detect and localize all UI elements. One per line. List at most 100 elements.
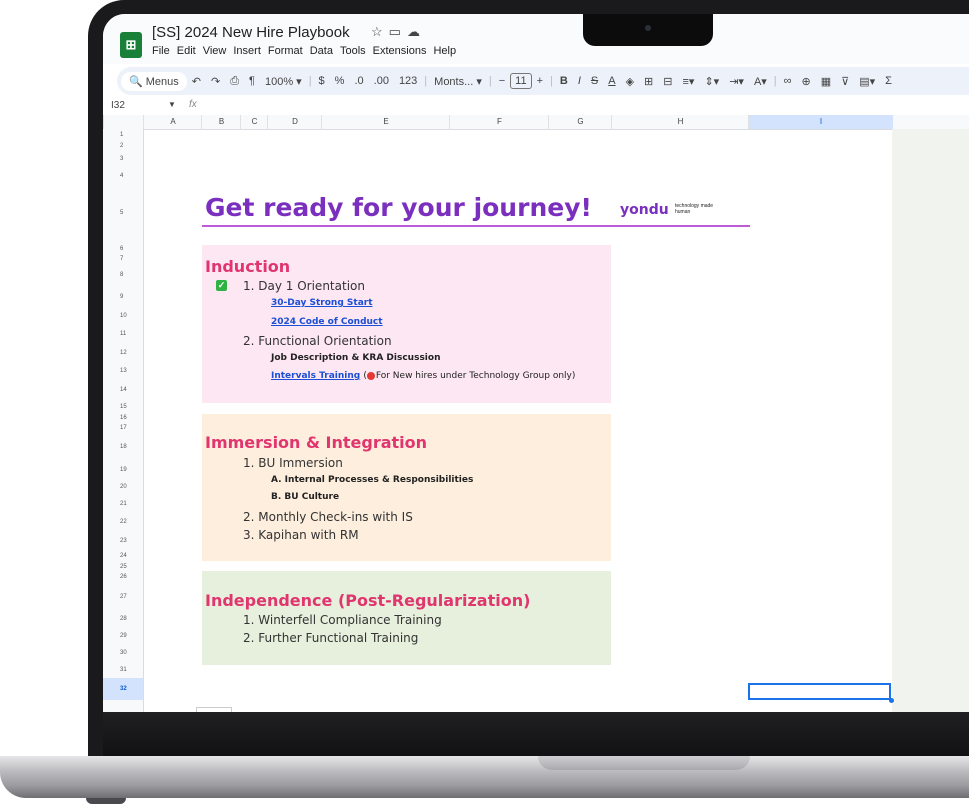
row-header[interactable]: 20	[103, 479, 143, 496]
row-header[interactable]: 12	[103, 343, 143, 363]
functional-orientation-item[interactable]: 2. Functional Orientation	[243, 334, 392, 348]
text-color-button[interactable]: A	[603, 75, 620, 87]
insert-comment-icon[interactable]: ⊕	[797, 75, 816, 88]
row-header[interactable]: 30	[103, 645, 143, 662]
row-header[interactable]: 5	[103, 185, 143, 243]
column-header-d[interactable]: D	[267, 115, 322, 129]
row-header[interactable]: 9	[103, 287, 143, 307]
monthly-checkins-item[interactable]: 2. Monthly Check-ins with IS	[243, 510, 413, 524]
selected-cell-i32[interactable]	[748, 683, 891, 700]
menu-extensions[interactable]: Extensions	[373, 45, 427, 57]
select-all-corner[interactable]	[103, 115, 144, 129]
redo-icon[interactable]: ↷	[206, 75, 225, 88]
row-header[interactable]: 8	[103, 263, 143, 287]
strong-start-link[interactable]: 30-Day Strong Start	[271, 298, 373, 308]
menus-search-button[interactable]: 🔍 Menus	[121, 71, 187, 91]
increase-decimal-button[interactable]: .00	[369, 75, 394, 87]
row-header[interactable]: 6	[103, 243, 143, 254]
menu-tools[interactable]: Tools	[340, 45, 366, 57]
bold-button[interactable]: B	[555, 75, 573, 87]
font-size-decrease-button[interactable]: −	[494, 75, 510, 87]
font-size-increase-button[interactable]: +	[532, 75, 548, 87]
insert-chart-icon[interactable]: ▦	[816, 75, 836, 88]
row-header[interactable]: 10	[103, 307, 143, 325]
row-header[interactable]: 16	[103, 413, 143, 422]
strikethrough-button[interactable]: S	[586, 75, 603, 87]
menu-edit[interactable]: Edit	[177, 45, 196, 57]
font-size-input[interactable]: 11	[510, 73, 532, 89]
winterfell-training-item[interactable]: 1. Winterfell Compliance Training	[243, 613, 442, 627]
text-rotate-icon[interactable]: A▾	[749, 75, 772, 88]
menu-help[interactable]: Help	[433, 45, 456, 57]
row-header[interactable]: 27	[103, 583, 143, 611]
move-folder-icon[interactable]: ▭	[389, 24, 407, 39]
functions-button[interactable]: Σ	[880, 75, 897, 87]
row-header[interactable]: 29	[103, 627, 143, 645]
fill-color-icon[interactable]: ◈	[621, 75, 639, 88]
row-header[interactable]: 13	[103, 363, 143, 380]
row-header[interactable]: 4	[103, 168, 143, 185]
bu-culture-item[interactable]: B. BU Culture	[271, 492, 339, 502]
borders-icon[interactable]: ⊞	[639, 75, 658, 88]
column-header-f[interactable]: F	[449, 115, 549, 129]
column-header-b[interactable]: B	[201, 115, 241, 129]
fill-handle[interactable]	[889, 698, 894, 703]
italic-button[interactable]: I	[573, 75, 586, 87]
row-header[interactable]: 23	[103, 532, 143, 550]
decrease-decimal-button[interactable]: .0	[349, 75, 368, 87]
row-header-selected[interactable]: 32	[103, 678, 143, 700]
number-format-button[interactable]: 123	[394, 75, 422, 87]
row-header[interactable]: 24	[103, 550, 143, 562]
row-header[interactable]: 28	[103, 611, 143, 627]
sheets-logo-icon[interactable]: ⊞	[120, 32, 142, 58]
row-header[interactable]: 1	[103, 129, 143, 140]
filter-views-icon[interactable]: ▤▾	[854, 75, 880, 88]
row-header[interactable]: 22	[103, 513, 143, 532]
menu-format[interactable]: Format	[268, 45, 303, 57]
row-header[interactable]: 19	[103, 461, 143, 479]
row-header[interactable]: 14	[103, 380, 143, 400]
currency-format-button[interactable]: $	[314, 75, 330, 87]
section-title-induction[interactable]: Induction	[205, 257, 290, 276]
horizontal-align-icon[interactable]: ≡▾	[677, 75, 699, 88]
undo-icon[interactable]: ↶	[187, 75, 206, 88]
text-wrap-icon[interactable]: ⇥▾	[724, 75, 749, 88]
menu-view[interactable]: View	[203, 45, 227, 57]
page-heading[interactable]: Get ready for your journey!	[205, 193, 592, 222]
zoom-select[interactable]: 100% ▾	[260, 75, 307, 88]
column-header-h[interactable]: H	[611, 115, 749, 129]
font-select[interactable]: Monts... ▾	[429, 75, 487, 88]
percent-format-button[interactable]: %	[330, 75, 350, 87]
bu-immersion-item[interactable]: 1. BU Immersion	[243, 456, 343, 470]
code-of-conduct-link[interactable]: 2024 Code of Conduct	[271, 317, 383, 327]
row-header[interactable]: 21	[103, 496, 143, 513]
kapihan-item[interactable]: 3. Kapihan with RM	[243, 528, 359, 542]
section-title-independence[interactable]: Independence (Post-Regularization)	[205, 591, 530, 610]
job-description-item[interactable]: Job Description & KRA Discussion	[271, 353, 440, 363]
insert-link-icon[interactable]: ∞	[779, 75, 797, 87]
row-header[interactable]: 25	[103, 562, 143, 571]
vertical-align-icon[interactable]: ⇕▾	[699, 75, 724, 88]
intervals-training-link[interactable]: Intervals Training	[271, 371, 360, 381]
day1-orientation-item[interactable]: 1. Day 1 Orientation	[243, 279, 365, 293]
column-header-a[interactable]: A	[143, 115, 202, 129]
merge-cells-icon[interactable]: ⊟	[658, 75, 677, 88]
filter-icon[interactable]: ⊽	[836, 75, 854, 88]
column-header-i[interactable]: I	[748, 115, 893, 129]
column-header-e[interactable]: E	[321, 115, 450, 129]
row-header[interactable]: 2	[103, 140, 143, 151]
checkmark-icon[interactable]: ✓	[216, 280, 227, 291]
row-header[interactable]: 18	[103, 433, 143, 461]
column-header-g[interactable]: G	[548, 115, 612, 129]
menu-file[interactable]: File	[152, 45, 170, 57]
chevron-down-icon[interactable]: ▼	[168, 100, 176, 109]
menu-data[interactable]: Data	[310, 45, 333, 57]
menu-insert[interactable]: Insert	[233, 45, 261, 57]
row-header[interactable]: 3	[103, 151, 143, 168]
further-training-item[interactable]: 2. Further Functional Training	[243, 631, 418, 645]
print-icon[interactable]: ⎙	[225, 75, 244, 88]
column-header-c[interactable]: C	[240, 115, 268, 129]
cloud-status-icon[interactable]: ☁	[407, 24, 426, 39]
row-header[interactable]: 17	[103, 422, 143, 433]
document-title[interactable]: [SS] 2024 New Hire Playbook	[152, 24, 350, 41]
